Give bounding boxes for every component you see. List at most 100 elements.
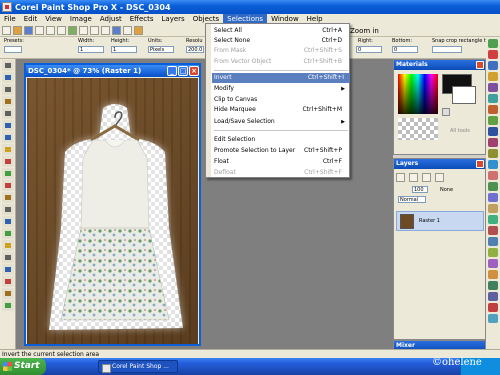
menu-item-from-vector-object[interactable]: From Vector Object Ctrl+Shift+B — [214, 57, 348, 67]
color-picker[interactable] — [398, 74, 438, 114]
menu-item-hide-marquee[interactable]: Hide Marquee Ctrl+Shift+M — [214, 105, 348, 115]
texture-swatch[interactable] — [398, 118, 438, 140]
effect-icon[interactable] — [488, 72, 498, 81]
maximize-icon[interactable]: □ — [178, 66, 188, 76]
menu-item-float[interactable]: Float Ctrl+F — [214, 157, 348, 167]
menu-item-edit-selection[interactable]: Edit Selection — [214, 135, 348, 145]
layer-properties-icon[interactable] — [435, 173, 444, 182]
clone-brush-icon[interactable] — [2, 192, 14, 203]
crop-icon[interactable] — [123, 26, 132, 35]
crop-tool-icon[interactable] — [2, 96, 14, 107]
resolution-field[interactable]: 200.0 — [186, 46, 204, 53]
browse-icon[interactable] — [68, 26, 77, 35]
paint-brush-icon[interactable] — [2, 168, 14, 179]
image-window[interactable]: DSC_0304* @ 73% (Raster 1) _ □ × — [24, 63, 201, 346]
deform-tool-icon[interactable] — [2, 84, 14, 95]
menu-adjust[interactable]: Adjust — [96, 14, 126, 25]
new-layer-icon[interactable] — [396, 173, 405, 182]
close-icon[interactable] — [476, 61, 484, 69]
paste-icon[interactable] — [101, 26, 110, 35]
eraser-tool-icon[interactable] — [2, 216, 14, 227]
close-icon[interactable]: × — [189, 66, 199, 76]
resize-icon[interactable] — [112, 26, 121, 35]
materials-panel-title[interactable]: Materials — [394, 60, 485, 70]
menu-item-clip-to-canvas[interactable]: Clip to Canvas — [214, 95, 348, 105]
menu-view[interactable]: View — [41, 14, 66, 25]
effect-icon[interactable] — [488, 270, 498, 279]
zoom-tool-icon[interactable] — [2, 72, 14, 83]
menu-effects[interactable]: Effects — [126, 14, 158, 25]
preset-shape-icon[interactable] — [2, 264, 14, 275]
menu-item-defloat[interactable]: Defloat Ctrl+Shift+F — [214, 168, 348, 178]
zoom-in-label[interactable]: Zoom in — [350, 25, 379, 37]
dropper-tool-icon[interactable] — [2, 156, 14, 167]
background-swatch[interactable] — [452, 86, 476, 104]
effect-icon[interactable] — [488, 61, 498, 70]
lighten-darken-icon[interactable] — [2, 204, 14, 215]
effect-icon[interactable] — [488, 160, 498, 169]
menu-image[interactable]: Image — [66, 14, 96, 25]
effect-icon[interactable] — [488, 259, 498, 268]
scratch-remover-icon[interactable] — [2, 300, 14, 311]
app-title-bar[interactable]: Corel Paint Shop Pro X - DSC_0304 — [0, 0, 500, 14]
cut-icon[interactable] — [79, 26, 88, 35]
freehand-selection-icon[interactable] — [2, 132, 14, 143]
menu-item-invert[interactable]: Invert Ctrl+Shift+I — [212, 73, 350, 83]
redo-icon[interactable] — [57, 26, 66, 35]
image-window-title-bar[interactable]: DSC_0304* @ 73% (Raster 1) _ □ × — [26, 65, 199, 77]
units-dropdown[interactable]: Pixels — [148, 46, 174, 53]
blend-mode-dropdown[interactable]: Normal — [398, 196, 426, 203]
effect-icon[interactable] — [488, 204, 498, 213]
start-button[interactable]: Start — [0, 358, 46, 375]
right-field[interactable]: 0 — [356, 46, 382, 53]
picture-tube-icon[interactable] — [2, 228, 14, 239]
menu-item-select-none[interactable]: Select None Ctrl+D — [214, 36, 348, 46]
menu-item-from-mask[interactable]: From Mask Ctrl+Shift+S — [214, 46, 348, 56]
presets-dropdown[interactable] — [4, 46, 22, 53]
taskbar-item-paint-shop[interactable]: Corel Paint Shop ... — [98, 360, 178, 373]
effect-icon[interactable] — [488, 248, 498, 257]
all-tools-checkbox-label[interactable]: All tools — [450, 128, 470, 134]
effect-icon[interactable] — [488, 94, 498, 103]
effect-icon[interactable] — [488, 314, 498, 323]
warp-brush-icon[interactable] — [2, 288, 14, 299]
height-field[interactable]: 1 — [111, 46, 137, 53]
effect-icon[interactable] — [488, 215, 498, 224]
selection-tool-icon[interactable] — [2, 120, 14, 131]
effect-icon[interactable] — [488, 193, 498, 202]
menu-layers[interactable]: Layers — [158, 14, 189, 25]
layers-panel-title[interactable]: Layers — [394, 159, 485, 169]
effect-icon[interactable] — [488, 50, 498, 59]
effect-icon[interactable] — [488, 127, 498, 136]
effect-icon[interactable] — [488, 39, 498, 48]
menu-item-modify[interactable]: Modify ▶ — [214, 84, 348, 94]
effect-icon[interactable] — [488, 281, 498, 290]
effect-icon[interactable] — [488, 149, 498, 158]
effect-icon[interactable] — [488, 138, 498, 147]
effect-icon[interactable] — [488, 105, 498, 114]
snap-dropdown[interactable] — [432, 46, 462, 53]
effect-icon[interactable] — [488, 226, 498, 235]
opacity-field[interactable]: 100 — [412, 186, 428, 193]
menu-item-select-all[interactable]: Select All Ctrl+A — [214, 26, 348, 36]
minimize-icon[interactable]: _ — [167, 66, 177, 76]
open-file-icon[interactable] — [13, 26, 22, 35]
print-icon[interactable] — [35, 26, 44, 35]
flood-fill-icon[interactable] — [2, 240, 14, 251]
move-tool-icon[interactable] — [2, 108, 14, 119]
menu-item-promote-selection[interactable]: Promote Selection to Layer Ctrl+Shift+P — [214, 146, 348, 156]
effect-icon[interactable] — [488, 83, 498, 92]
save-icon[interactable] — [24, 26, 33, 35]
effect-icon[interactable] — [488, 171, 498, 180]
layer-visibility-icon[interactable] — [409, 173, 418, 182]
magic-wand-icon[interactable] — [2, 144, 14, 155]
menu-item-load-save-selection[interactable]: Load/Save Selection ▶ — [214, 117, 348, 127]
pan-tool-icon[interactable] — [2, 60, 14, 71]
layer-row[interactable]: Raster 1 — [396, 211, 484, 231]
copy-icon[interactable] — [90, 26, 99, 35]
filter-icon[interactable] — [134, 26, 143, 35]
text-tool-icon[interactable] — [2, 252, 14, 263]
effect-icon[interactable] — [488, 292, 498, 301]
image-canvas[interactable] — [27, 78, 198, 344]
effect-icon[interactable] — [488, 182, 498, 191]
